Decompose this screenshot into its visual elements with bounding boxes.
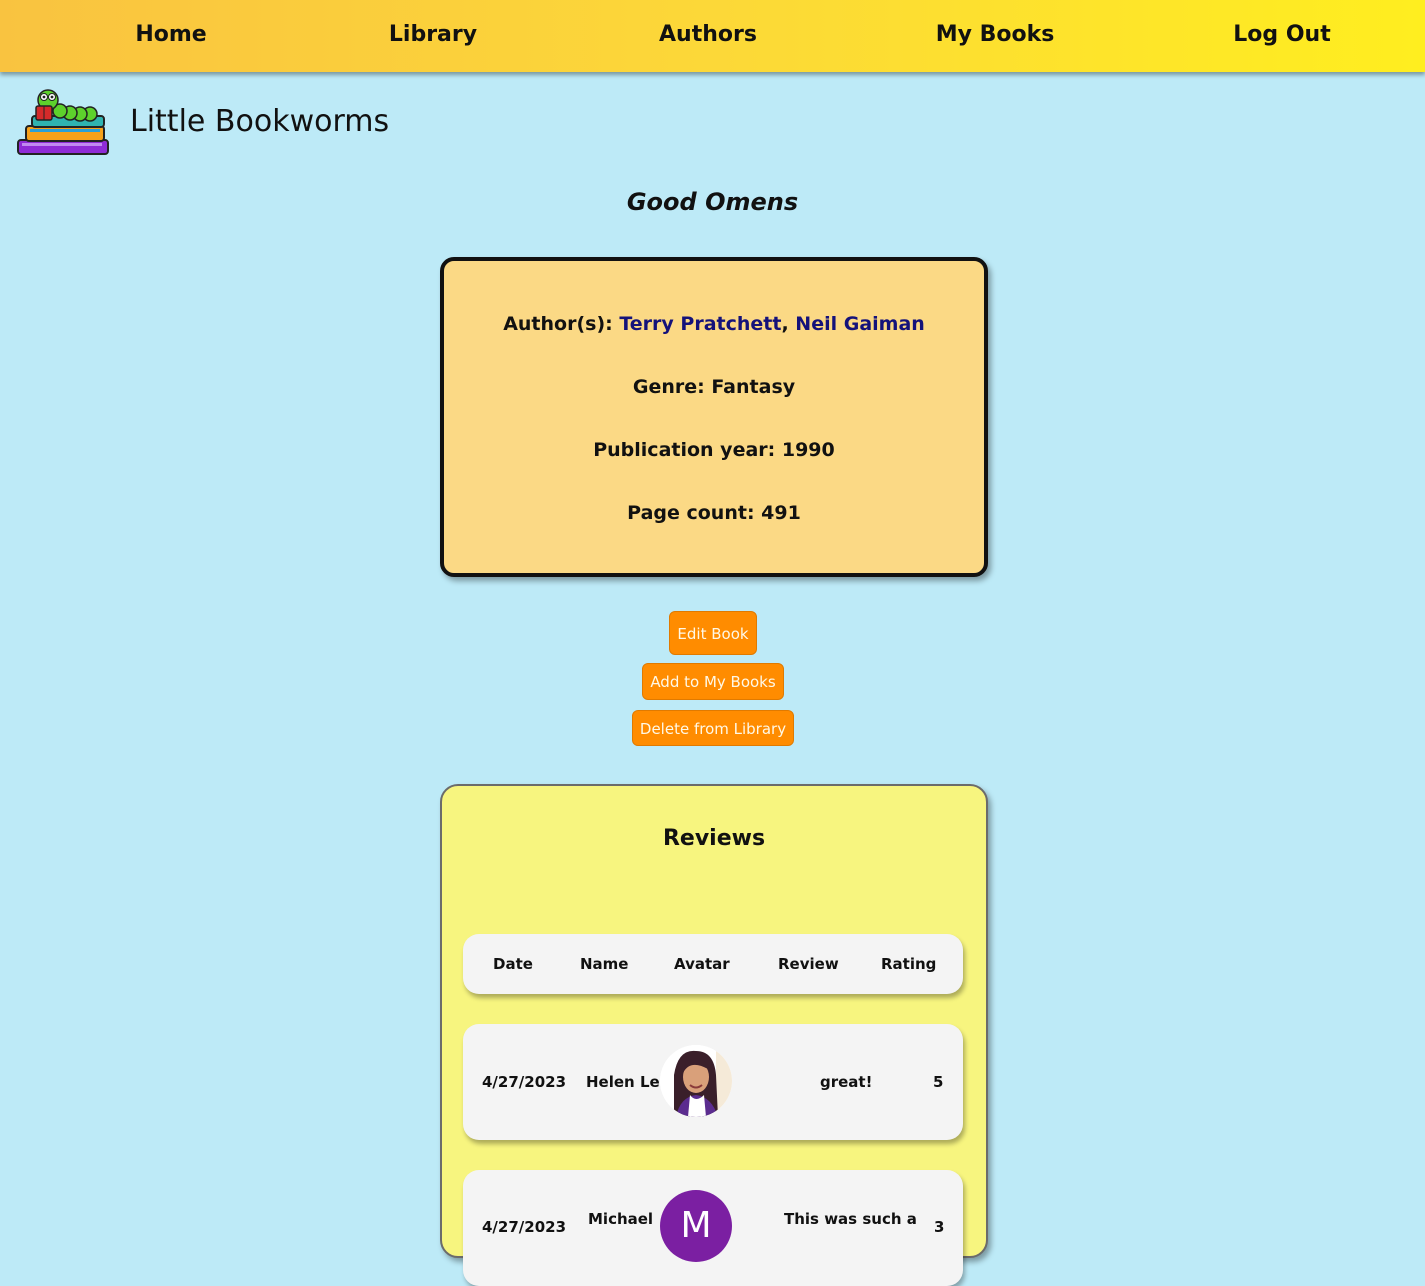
column-header-rating: Rating <box>881 955 937 973</box>
column-header-date: Date <box>493 955 533 973</box>
authors-label: Author(s): <box>503 313 620 335</box>
avatar: M <box>660 1190 732 1262</box>
nav-my-books[interactable]: My Books <box>936 18 1055 52</box>
reviewer-name: Helen Le <box>586 1073 660 1091</box>
author-separator: , <box>781 313 796 335</box>
review-text: great! <box>820 1073 873 1091</box>
avatar <box>660 1045 732 1117</box>
nav-authors[interactable]: Authors <box>659 18 757 52</box>
table-row: 4/27/2023 Helen Le great! 5 <box>463 1024 963 1140</box>
nav-home[interactable]: Home <box>135 18 206 52</box>
table-row: 4/27/2023 Michael M This was such a 3 <box>463 1170 963 1286</box>
publication-year-line: Publication year: 1990 <box>593 439 835 461</box>
authors-line: Author(s): Terry Pratchett, Neil Gaiman <box>444 313 984 335</box>
column-header-name: Name <box>580 955 629 973</box>
site-title[interactable]: Little Bookworms <box>130 100 389 144</box>
page-count-line: Page count: 491 <box>627 502 801 524</box>
genre-line: Genre: Fantasy <box>632 376 796 398</box>
delete-from-library-button[interactable]: Delete from Library <box>632 710 794 746</box>
bookworm-logo-icon[interactable] <box>16 86 112 158</box>
author-link-terry-pratchett[interactable]: Terry Pratchett <box>619 313 781 335</box>
review-text: This was such a <box>784 1210 917 1228</box>
column-header-avatar: Avatar <box>674 955 730 973</box>
book-info-card: Author(s): Terry Pratchett, Neil Gaiman … <box>440 257 988 577</box>
column-header-review: Review <box>778 955 839 973</box>
reviewer-name: Michael <box>588 1210 654 1228</box>
reviews-heading: Reviews <box>662 826 766 851</box>
nav-log-out[interactable]: Log Out <box>1233 18 1330 52</box>
book-title: Good Omens <box>626 188 799 216</box>
edit-book-button[interactable]: Edit Book <box>669 611 757 655</box>
top-navbar: Home Library Authors My Books Log Out <box>0 0 1425 72</box>
nav-library[interactable]: Library <box>389 18 477 52</box>
reviews-table-header: Date Name Avatar Review Rating <box>463 934 963 994</box>
add-to-my-books-button[interactable]: Add to My Books <box>642 663 784 700</box>
reviews-card: Reviews Date Name Avatar Review Rating 4… <box>440 784 988 1286</box>
review-rating: 5 <box>933 1073 944 1091</box>
author-link-neil-gaiman[interactable]: Neil Gaiman <box>795 313 925 335</box>
review-date: 4/27/2023 <box>482 1073 567 1091</box>
review-rating: 3 <box>934 1218 945 1236</box>
review-date: 4/27/2023 <box>482 1218 567 1236</box>
